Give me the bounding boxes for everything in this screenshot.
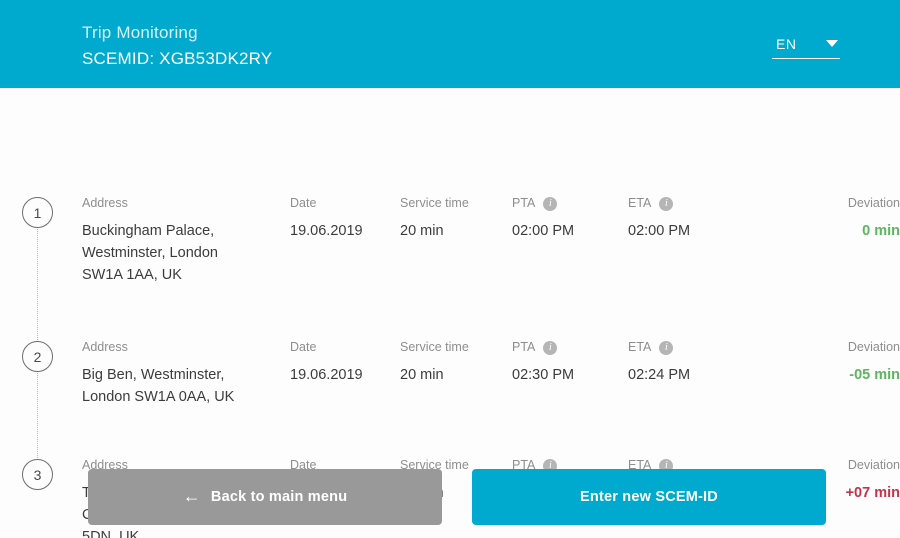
language-selector[interactable]: EN — [772, 30, 840, 59]
eta-value: 02:24 PM — [628, 367, 691, 383]
primary-button-label: Enter new SCEM-ID — [580, 489, 718, 505]
info-icon[interactable]: i — [659, 196, 674, 211]
deviation-label: Deviation — [847, 340, 900, 354]
eta-cell: ETA i 02:24 PM — [628, 340, 728, 386]
service-time-value: 20 min — [400, 367, 444, 383]
address-label: Address — [82, 340, 128, 354]
eta-label: ETA i — [628, 196, 728, 211]
arrow-left-icon: ← — [182, 486, 201, 506]
info-icon[interactable]: i — [659, 340, 674, 355]
address-line: Big Ben, Westminster, — [82, 367, 225, 383]
eta-label-text: ETA — [628, 196, 652, 210]
stop-marker-1: 1 — [22, 197, 53, 228]
address-line: SW1A 1AA, UK — [82, 267, 182, 283]
date-cell: Date 19.06.2019 — [290, 196, 382, 242]
date-label: Date — [290, 196, 317, 210]
language-selector-row[interactable]: EN — [772, 36, 840, 58]
address-label: Address — [82, 196, 128, 210]
address-line: 5DN, UK — [82, 529, 140, 538]
service-time-cell: Service time 20 min — [400, 196, 498, 242]
address-cell: Address Big Ben, Westminster, London SW1… — [82, 340, 272, 408]
date-label: Date — [290, 340, 317, 354]
eta-label-text: ETA — [628, 340, 652, 354]
info-icon[interactable]: i — [543, 196, 558, 211]
scem-id-label: SCEMID: XGB53DK2RY — [82, 48, 273, 68]
address-line: Buckingham Palace, — [82, 223, 215, 239]
deviation-cell: Deviation -05 min — [752, 340, 900, 386]
pta-value: 02:00 PM — [512, 223, 575, 239]
language-underline — [772, 57, 840, 59]
address-value: Buckingham Palace, Westminster, London S… — [82, 220, 272, 286]
language-code: EN — [776, 35, 797, 52]
deviation-cell: Deviation 0 min — [752, 196, 900, 242]
service-time-label: Service time — [400, 196, 469, 210]
footer-actions: ← Back to main menu Enter new SCEM-ID — [0, 468, 900, 526]
eta-label: ETA i — [628, 340, 728, 355]
pta-cell: PTA i 02:30 PM — [512, 340, 612, 386]
info-icon[interactable]: i — [543, 340, 558, 355]
date-value: 19.06.2019 — [290, 367, 363, 383]
service-time-value: 20 min — [400, 223, 444, 239]
pta-label: PTA i — [512, 340, 612, 355]
deviation-value: 0 min — [862, 223, 900, 239]
pta-label-text: PTA — [512, 340, 536, 354]
date-cell: Date 19.06.2019 — [290, 340, 382, 386]
back-to-main-menu-button[interactable]: ← Back to main menu — [88, 469, 442, 525]
deviation-value: -05 min — [849, 367, 900, 383]
enter-new-scem-id-button[interactable]: Enter new SCEM-ID — [472, 469, 826, 525]
back-button-label: Back to main menu — [210, 489, 348, 505]
page-title: Trip Monitoring — [82, 23, 198, 43]
address-value: Big Ben, Westminster, London SW1A 0AA, U… — [82, 364, 272, 408]
address-line: Westminster, London — [82, 245, 218, 261]
pta-label-text: PTA — [512, 196, 536, 210]
pta-cell: PTA i 02:00 PM — [512, 196, 612, 242]
chevron-down-icon — [826, 40, 838, 47]
pta-value: 02:30 PM — [512, 367, 575, 383]
eta-value: 02:00 PM — [628, 223, 691, 239]
pta-label: PTA i — [512, 196, 612, 211]
address-line: London SW1A 0AA, UK — [82, 389, 235, 405]
trip-monitoring-page: Trip Monitoring SCEMID: XGB53DK2RY EN 1 … — [0, 0, 900, 538]
date-value: 19.06.2019 — [290, 223, 363, 239]
stop-marker-2: 2 — [22, 341, 53, 372]
stops-list: 1 2 3 Address Buckingham Palace, Westmin… — [0, 88, 900, 538]
service-time-cell: Service time 20 min — [400, 340, 498, 386]
deviation-label: Deviation — [847, 196, 900, 210]
service-time-label: Service time — [400, 340, 469, 354]
page-header: Trip Monitoring SCEMID: XGB53DK2RY EN — [0, 0, 900, 88]
header-titles: Trip Monitoring SCEMID: XGB53DK2RY — [82, 19, 272, 69]
address-cell: Address Buckingham Palace, Westminster, … — [82, 196, 272, 286]
eta-cell: ETA i 02:00 PM — [628, 196, 728, 242]
